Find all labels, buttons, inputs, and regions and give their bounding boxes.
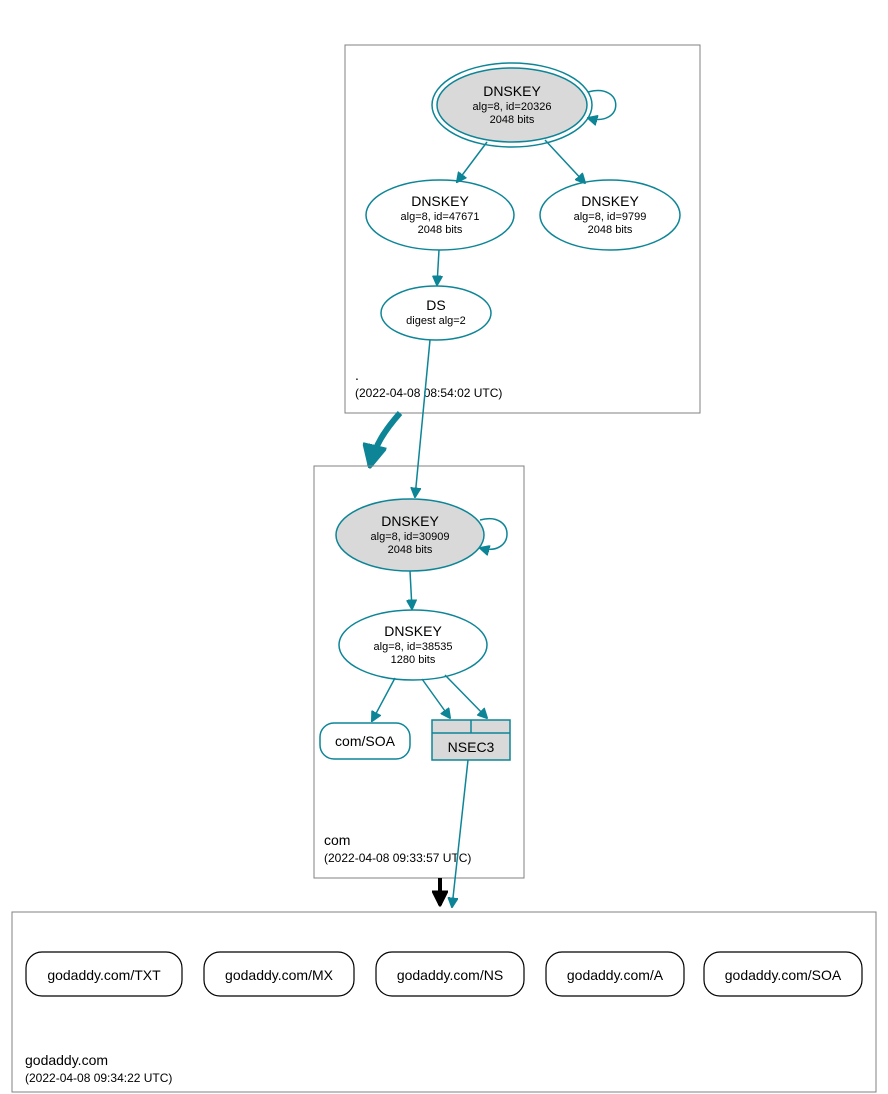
gd-a-title: godaddy.com/A — [567, 967, 664, 983]
root-zsk1-l2: alg=8, id=47671 — [401, 211, 480, 223]
root-ksk-l3: 2048 bits — [490, 114, 535, 126]
com-zsk-l2: alg=8, id=38535 — [374, 641, 453, 653]
edge-zsk1-ds — [437, 250, 439, 285]
zone-godaddy-label: godaddy.com — [25, 1052, 108, 1068]
root-ds-title: DS — [426, 297, 445, 313]
zone-root-label: . — [355, 367, 359, 383]
dnssec-diagram: . (2022-04-08 08:54:02 UTC) DNSKEY alg=8… — [0, 0, 888, 1094]
node-com-ksk: DNSKEY alg=8, id=30909 2048 bits — [336, 499, 484, 571]
edge-rootksk-zsk2 — [545, 140, 585, 183]
zone-root-ts: (2022-04-08 08:54:02 UTC) — [355, 386, 502, 400]
com-ksk-l2: alg=8, id=30909 — [371, 531, 450, 543]
zone-godaddy-box — [12, 912, 876, 1092]
edge-comzsk-nsec3-a — [422, 679, 450, 718]
root-zsk1-title: DNSKEY — [411, 193, 469, 209]
zone-godaddy-ts: (2022-04-08 09:34:22 UTC) — [25, 1071, 172, 1085]
root-zsk2-title: DNSKEY — [581, 193, 639, 209]
gd-ns-title: godaddy.com/NS — [397, 967, 503, 983]
node-root-zsk1: DNSKEY alg=8, id=47671 2048 bits — [366, 180, 514, 250]
node-com-zsk: DNSKEY alg=8, id=38535 1280 bits — [339, 610, 487, 680]
node-root-zsk2: DNSKEY alg=8, id=9799 2048 bits — [540, 180, 680, 250]
edge-root-to-com-deleg — [370, 413, 400, 466]
node-gd-ns: godaddy.com/NS — [376, 952, 524, 996]
gd-txt-title: godaddy.com/TXT — [47, 967, 161, 983]
root-ds-l2: digest alg=2 — [406, 315, 466, 327]
com-zsk-l3: 1280 bits — [391, 654, 436, 666]
root-zsk2-l3: 2048 bits — [588, 224, 633, 236]
edge-rootksk-zsk1 — [457, 142, 487, 182]
node-root-ksk: DNSKEY alg=8, id=20326 2048 bits — [432, 63, 592, 147]
node-gd-a: godaddy.com/A — [546, 952, 684, 996]
com-ksk-l3: 2048 bits — [388, 544, 433, 556]
node-gd-txt: godaddy.com/TXT — [26, 952, 182, 996]
com-ksk-title: DNSKEY — [381, 513, 439, 529]
node-gd-mx: godaddy.com/MX — [204, 952, 354, 996]
root-zsk2-l2: alg=8, id=9799 — [574, 211, 647, 223]
com-soa-title: com/SOA — [335, 733, 396, 749]
edge-ds-comksk — [415, 340, 430, 497]
root-zsk1-l3: 2048 bits — [418, 224, 463, 236]
root-ksk-l2: alg=8, id=20326 — [473, 101, 552, 113]
node-nsec3: NSEC3 — [432, 720, 510, 760]
gd-soa-title: godaddy.com/SOA — [725, 967, 842, 983]
gd-mx-title: godaddy.com/MX — [225, 967, 334, 983]
node-gd-soa: godaddy.com/SOA — [704, 952, 862, 996]
com-zsk-title: DNSKEY — [384, 623, 442, 639]
zone-com-label: com — [324, 832, 350, 848]
edge-comksk-comzsk — [410, 571, 412, 609]
edge-nsec3-godaddy — [452, 760, 468, 907]
node-com-soa: com/SOA — [320, 723, 410, 759]
nsec3-title: NSEC3 — [448, 739, 495, 755]
root-ksk-title: DNSKEY — [483, 83, 541, 99]
edge-comzsk-soa — [372, 678, 395, 721]
node-root-ds: DS digest alg=2 — [381, 286, 491, 340]
edge-comzsk-nsec3-b — [445, 675, 487, 718]
zone-com-ts: (2022-04-08 09:33:57 UTC) — [324, 851, 471, 865]
